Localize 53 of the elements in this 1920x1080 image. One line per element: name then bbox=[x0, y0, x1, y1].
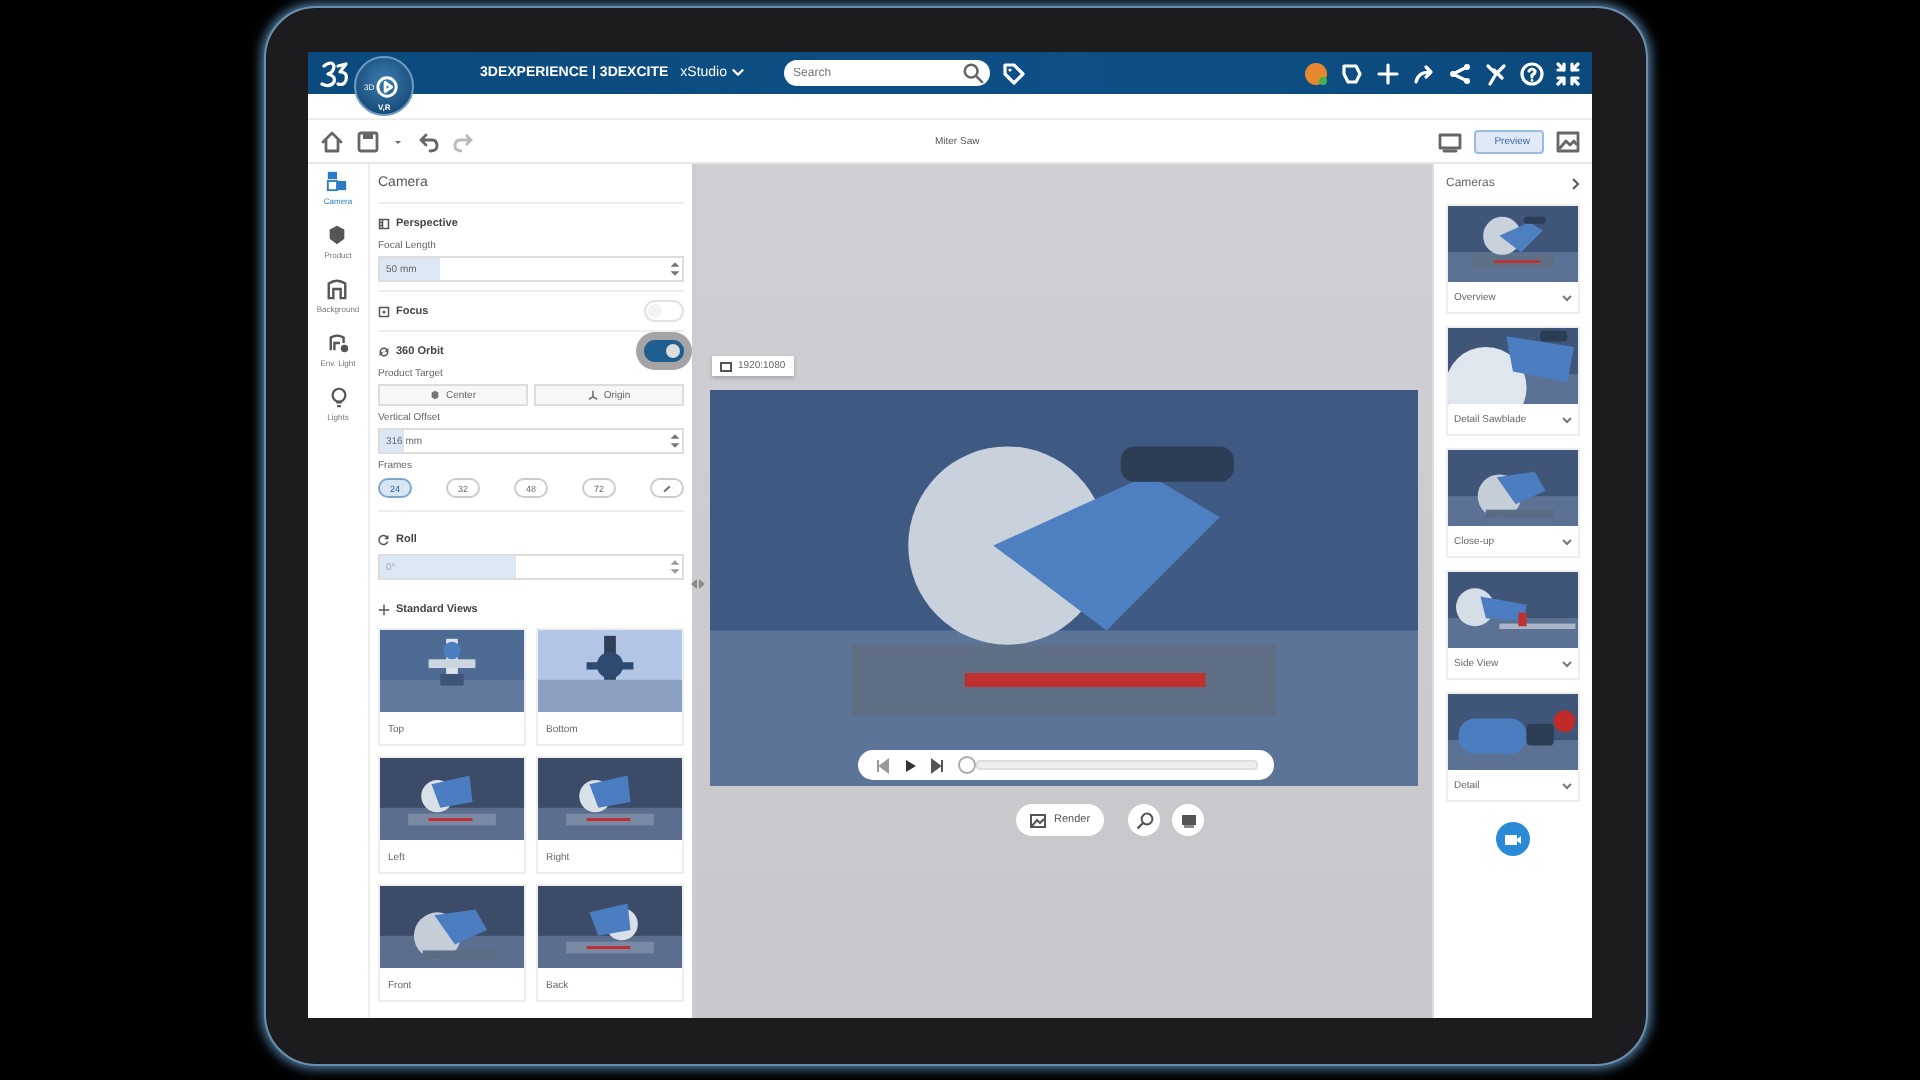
search-icon[interactable] bbox=[961, 62, 984, 84]
network-icon[interactable] bbox=[1448, 61, 1472, 85]
screen-icon bbox=[1179, 811, 1198, 829]
step-back-icon[interactable] bbox=[874, 757, 890, 773]
cube-icon bbox=[429, 390, 440, 400]
frame-icon bbox=[378, 218, 390, 230]
help-icon[interactable] bbox=[1520, 61, 1544, 85]
image-icon[interactable] bbox=[1556, 129, 1580, 153]
plus-icon[interactable] bbox=[1376, 61, 1400, 85]
chevron-down-icon[interactable] bbox=[1562, 782, 1572, 790]
chevron-down-icon[interactable] bbox=[1562, 660, 1572, 668]
rotate-icon bbox=[378, 534, 390, 546]
spinner-icon[interactable] bbox=[668, 260, 682, 278]
light-icon bbox=[327, 332, 349, 354]
save-icon[interactable] bbox=[356, 129, 380, 153]
image-icon bbox=[1030, 813, 1046, 827]
add-camera-button[interactable] bbox=[1496, 822, 1530, 856]
edit-button[interactable] bbox=[650, 478, 684, 498]
logo-icon bbox=[320, 59, 352, 87]
focus-icon bbox=[378, 305, 390, 317]
axes-icon bbox=[587, 390, 598, 400]
bulb-icon bbox=[327, 386, 349, 408]
avatar-icon[interactable] bbox=[1304, 61, 1328, 85]
camera-button[interactable] bbox=[1172, 804, 1205, 836]
chevron-right-icon[interactable] bbox=[1570, 178, 1580, 190]
tag-icon[interactable] bbox=[1001, 61, 1026, 85]
magnifier-icon bbox=[1135, 811, 1154, 829]
step-forward-icon[interactable] bbox=[930, 757, 946, 773]
camera-icon bbox=[1504, 831, 1522, 847]
chevron-down-icon[interactable] bbox=[1562, 294, 1572, 302]
cube-icon bbox=[326, 224, 349, 246]
home-icon[interactable] bbox=[320, 129, 344, 153]
chevron-down-icon[interactable] bbox=[1562, 416, 1572, 424]
splitter-icon[interactable] bbox=[690, 578, 706, 590]
spinner-icon[interactable] bbox=[668, 432, 682, 450]
timeline-handle[interactable] bbox=[958, 756, 976, 774]
pencil-icon bbox=[662, 483, 672, 493]
spinner-icon[interactable] bbox=[668, 558, 682, 576]
share-icon[interactable] bbox=[1412, 61, 1436, 85]
monitor-icon[interactable] bbox=[1438, 129, 1463, 153]
toggle-switch[interactable] bbox=[644, 340, 684, 362]
backdrop-icon bbox=[326, 278, 349, 300]
frame-icon bbox=[720, 361, 732, 371]
chevron-down-icon[interactable] bbox=[1562, 538, 1572, 546]
play-icon bbox=[376, 76, 398, 98]
undo-icon[interactable] bbox=[416, 129, 440, 153]
chevron-down-icon bbox=[731, 68, 744, 78]
play-icon[interactable] bbox=[902, 757, 918, 773]
zoom-button[interactable] bbox=[1128, 804, 1161, 836]
camera-icon bbox=[326, 170, 349, 192]
fullscreen-icon[interactable] bbox=[1556, 61, 1580, 85]
orbit-icon bbox=[378, 345, 390, 357]
crosshair-icon bbox=[378, 604, 390, 616]
